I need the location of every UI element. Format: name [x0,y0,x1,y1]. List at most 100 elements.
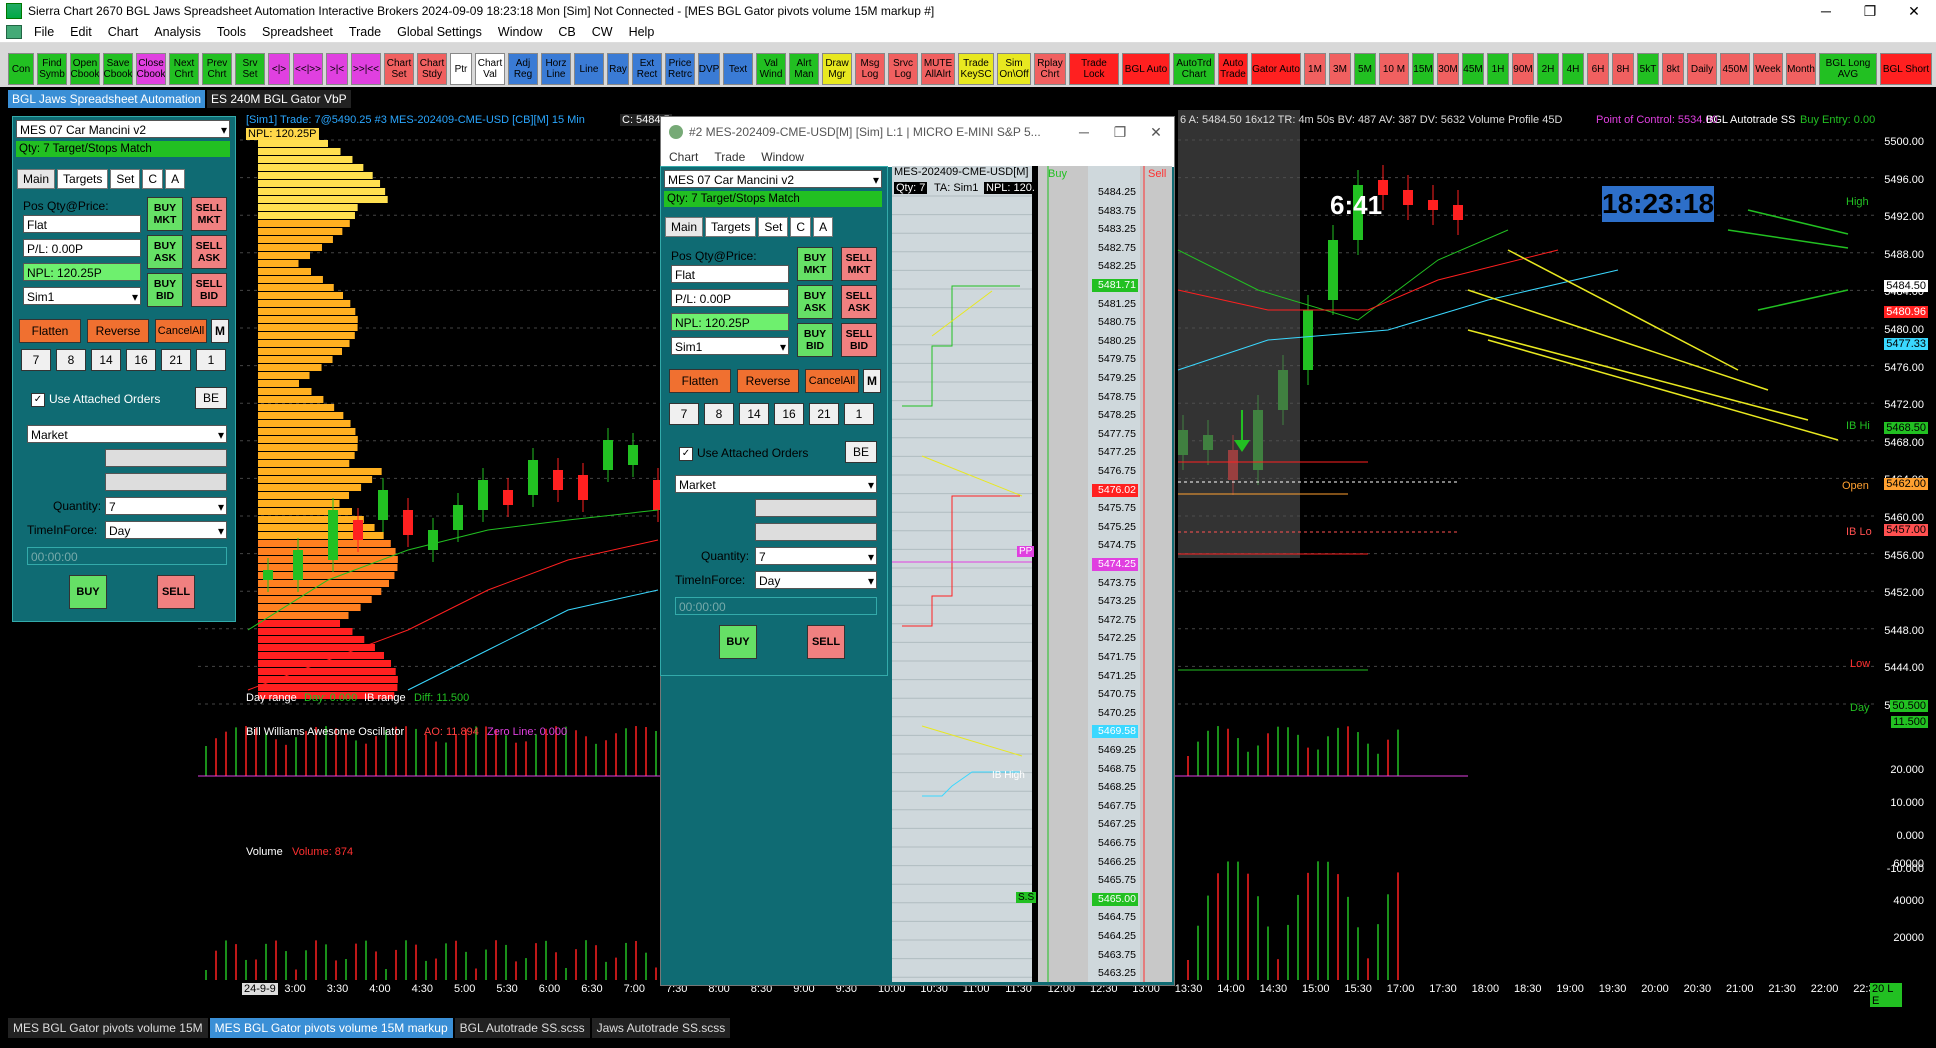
dom-minimize-button[interactable]: ─ [1066,124,1102,140]
buy-market-button[interactable]: BUY MKT [147,197,183,231]
dom-menu-chart[interactable]: Chart [661,150,706,164]
ladder-price[interactable]: 5464.25 [1092,930,1138,943]
buy-ask-button[interactable]: BUY ASK [147,235,183,269]
bottom-tab-0[interactable]: MES BGL Gator pivots volume 15M [8,1018,208,1038]
sell-bid-button[interactable]: SELL BID [191,273,227,307]
panel-tab-targets[interactable]: Targets [57,169,109,189]
dom-buy-bid-button[interactable]: BUY BID [797,323,833,357]
toolbar-button-14[interactable]: Ptr [450,53,472,85]
toolbar-button-24[interactable]: Val Wind [756,53,786,85]
toolbar-button-23[interactable]: Text [723,53,753,85]
toolbar-button-40[interactable]: 5M [1354,53,1376,85]
ladder-price[interactable]: 5477.25 [1092,446,1138,459]
toolbar-button-19[interactable]: Ray [607,53,629,85]
dom-close-button[interactable]: ✕ [1138,124,1174,141]
price-ladder[interactable]: MES-202409-CME-USD[M] Qty: 7 TA: Sim1 NP… [892,166,1172,982]
toolbar-button-53[interactable]: Daily [1687,53,1717,85]
ladder-price[interactable]: 5475.75 [1092,502,1138,515]
toolbar-button-29[interactable]: MUTE AllAlrt [921,53,955,85]
panel-tab-a[interactable]: A [813,217,834,237]
dom-buy-button[interactable]: BUY [719,625,757,659]
toolbar-button-51[interactable]: 5kT [1637,53,1659,85]
ladder-price[interactable]: 5472.25 [1092,632,1138,645]
qty-button-7[interactable]: 7 [669,403,699,425]
order-price-1[interactable] [105,449,227,467]
qty-button-16[interactable]: 16 [126,349,156,371]
ladder-price[interactable]: 5480.75 [1092,316,1138,329]
dom-order-price-2[interactable] [755,523,877,541]
menu-cb[interactable]: CB [550,25,583,39]
menu-analysis[interactable]: Analysis [146,25,209,39]
restore-button[interactable]: ❐ [1848,0,1892,22]
bottom-tab-2[interactable]: BGL Autotrade SS.scss [454,1018,590,1038]
dom-flatten-button[interactable]: Flatten [669,369,731,393]
ladder-price[interactable]: 5469.25 [1092,744,1138,757]
toolbar-button-15[interactable]: Chart Val [475,53,505,85]
dom-m-button[interactable]: M [863,369,881,393]
order-type-select[interactable]: Market ▾ [27,425,227,443]
toolbar-button-27[interactable]: Msg Log [855,53,885,85]
buy-button[interactable]: BUY [69,575,107,609]
qty-button-21[interactable]: 21 [161,349,191,371]
dom-time-field[interactable]: 00:00:00 [675,597,877,615]
toolbar-button-33[interactable]: Trade Lock [1069,53,1119,85]
qty-button-8[interactable]: 8 [56,349,86,371]
toolbar-button-45[interactable]: 1H [1487,53,1509,85]
ladder-price[interactable]: 5471.75 [1092,651,1138,664]
price-axis[interactable]: 5500.00 5496.00 5492.00 5488.00 5484.00 5480.… [1878,110,1928,980]
panel-tab-a[interactable]: A [165,169,186,189]
menu-tools[interactable]: Tools [209,25,254,39]
toolbar-button-28[interactable]: Srvc Log [888,53,918,85]
menu-help[interactable]: Help [621,25,663,39]
attached-orders-checkbox[interactable]: ✓ [31,393,45,407]
order-price-2[interactable] [105,473,227,491]
dom-order-type-select[interactable]: Market ▾ [675,475,877,493]
dom-sell-market-button[interactable]: SELL MKT [841,247,877,281]
ladder-price[interactable]: 5476.75 [1092,465,1138,478]
toolbar-button-39[interactable]: 3M [1329,53,1351,85]
toolbar-button-11[interactable]: >>|<< [351,53,381,85]
toolbar-button-30[interactable]: Trade KeySC [958,53,994,85]
menu-window[interactable]: Window [490,25,550,39]
toolbar-button-0[interactable]: Con [8,53,34,85]
flatten-button[interactable]: Flatten [19,319,81,343]
panel-tab-main[interactable]: Main [665,217,704,237]
break-even-button[interactable]: BE [195,387,227,409]
ladder-price[interactable]: 5465.75 [1092,874,1138,887]
toolbar-button-18[interactable]: Line [574,53,604,85]
panel-tab-c[interactable]: C [142,169,164,189]
sell-market-button[interactable]: SELL MKT [191,197,227,231]
toolbar-button-56[interactable]: Month [1786,53,1816,85]
ladder-price[interactable]: 5463.25 [1092,967,1138,980]
ladder-price[interactable]: 5467.25 [1092,818,1138,831]
ladder-price[interactable]: 5466.75 [1092,837,1138,850]
ladder-price[interactable]: 5477.75 [1092,428,1138,441]
ladder-price[interactable]: 5472.75 [1092,614,1138,627]
dom-menu-window[interactable]: Window [753,150,812,164]
ladder-price[interactable]: 5482.25 [1092,260,1138,273]
toolbar-button-25[interactable]: Alrt Man [789,53,819,85]
ladder-price[interactable]: 5473.75 [1092,577,1138,590]
panel-tab-set[interactable]: Set [110,169,141,189]
ladder-price[interactable]: 5467.75 [1092,800,1138,813]
qty-button-14[interactable]: 14 [739,403,769,425]
dom-trade-config-select[interactable]: MES 07 Car Mancini v2 ▾ [664,170,882,188]
ladder-price[interactable]: 5481.71 [1092,279,1138,292]
dom-menu-trade[interactable]: Trade [706,150,753,164]
ladder-price[interactable]: 5474.75 [1092,539,1138,552]
ladder-price[interactable]: 5468.25 [1092,781,1138,794]
toolbar-button-4[interactable]: Close Cbook [136,53,166,85]
dom-tif-select[interactable]: Day ▾ [755,571,877,589]
minimize-button[interactable]: ─ [1804,0,1848,22]
cancel-all-button[interactable]: CancelAll [155,319,207,343]
chartbook-tab-0[interactable]: BGL Jaws Spreadsheet Automation [8,90,205,108]
toolbar-button-12[interactable]: Chart Set [384,53,414,85]
dom-cancel-all-button[interactable]: CancelAll [805,369,859,393]
ladder-price[interactable]: 5474.25 [1092,558,1138,571]
dom-reverse-button[interactable]: Reverse [737,369,799,393]
toolbar-button-52[interactable]: 8kt [1662,53,1684,85]
dom-restore-button[interactable]: ❐ [1102,124,1138,141]
toolbar-button-3[interactable]: Save Cbook [103,53,133,85]
panel-tab-set[interactable]: Set [758,217,789,237]
menu-edit[interactable]: Edit [62,25,100,39]
